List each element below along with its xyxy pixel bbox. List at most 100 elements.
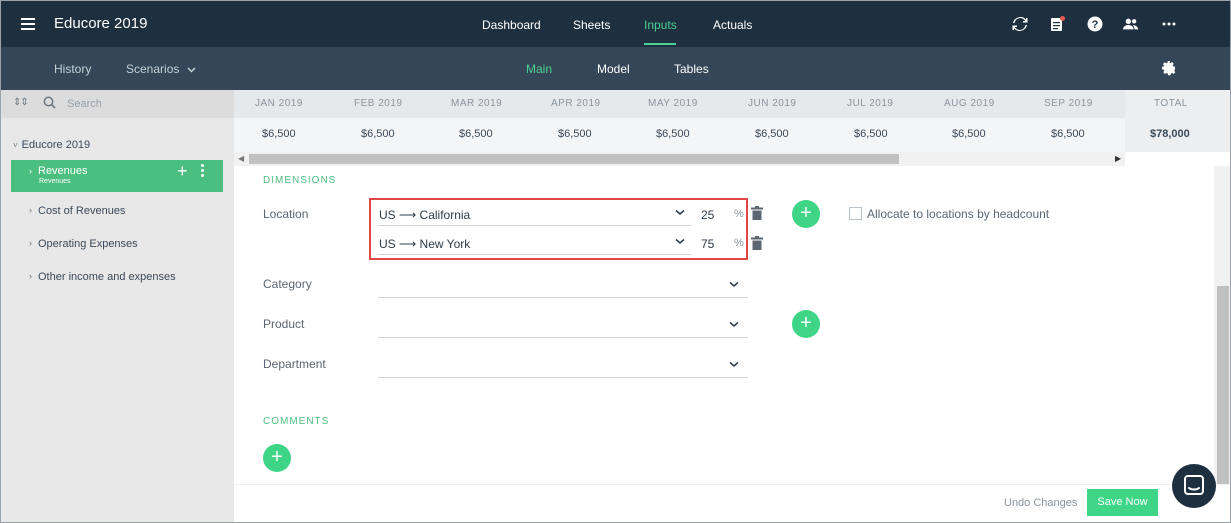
help-icon[interactable]: ? xyxy=(1087,16,1103,32)
active-tab-indicator xyxy=(644,43,676,45)
vertical-scrollbar[interactable] xyxy=(1214,166,1230,486)
footer-bar xyxy=(234,484,1230,522)
history-link[interactable]: History xyxy=(54,62,91,76)
location-select-value: US ⟶ New York xyxy=(379,237,471,251)
scenarios-label: Scenarios xyxy=(126,62,180,76)
chevron-down-icon xyxy=(729,321,739,327)
month-value-cell[interactable]: $6,500 xyxy=(1051,128,1085,140)
top-bar: Educore 2019 Dashboard Sheets Inputs Act… xyxy=(1,1,1230,47)
chevron-right-icon: › xyxy=(29,166,32,176)
notifications-icon[interactable] xyxy=(1049,16,1065,32)
sub-bar: History Scenarios Main Model Tables xyxy=(1,47,1230,90)
app-window: Educore 2019 Dashboard Sheets Inputs Act… xyxy=(0,0,1231,523)
month-value-cell[interactable]: $6,500 xyxy=(262,128,296,140)
kebab-menu-icon[interactable] xyxy=(201,164,205,179)
tab-actuals[interactable]: Actuals xyxy=(713,18,752,32)
percent-sign: % xyxy=(734,208,744,220)
month-header: SEP 2019 xyxy=(1044,98,1093,109)
sidebar-root[interactable]: ˅ Educore 2019 xyxy=(13,139,90,151)
chevron-right-icon: › xyxy=(29,205,32,215)
subtab-tables[interactable]: Tables xyxy=(674,62,709,76)
scroll-left-icon[interactable]: ◀ xyxy=(238,154,244,163)
more-icon[interactable] xyxy=(1161,16,1177,32)
top-nav: Dashboard Sheets Inputs Actuals xyxy=(1,1,1230,47)
monthly-grid: JAN 2019 FEB 2019 MAR 2019 APR 2019 MAY … xyxy=(234,90,1230,152)
comments-title: COMMENTS xyxy=(263,416,330,427)
search-input[interactable]: Search xyxy=(67,98,102,110)
save-now-button[interactable]: Save Now xyxy=(1087,489,1158,516)
product-label: Product xyxy=(263,317,305,331)
month-header-row: JAN 2019 FEB 2019 MAR 2019 APR 2019 MAY … xyxy=(234,90,1125,118)
location-percent-input[interactable]: 25 xyxy=(701,208,714,222)
location-select[interactable]: US ⟶ New York xyxy=(377,229,691,255)
scenarios-dropdown[interactable]: Scenarios xyxy=(126,62,196,76)
tab-sheets[interactable]: Sheets xyxy=(573,18,610,32)
month-value-cell[interactable]: $6,500 xyxy=(656,128,690,140)
undo-changes-button[interactable]: Undo Changes xyxy=(1004,497,1077,509)
sync-icon[interactable] xyxy=(1012,16,1028,32)
sidebar-item-other-income[interactable]: › Other income and expenses xyxy=(11,271,223,303)
month-value-cell[interactable]: $6,500 xyxy=(854,128,888,140)
month-header: JUN 2019 xyxy=(748,98,797,109)
total-value: $78,000 xyxy=(1150,128,1190,140)
horizontal-scrollbar[interactable]: ◀ ▶ xyxy=(234,152,1125,166)
location-select-value: US ⟶ California xyxy=(379,208,471,222)
total-header: TOTAL xyxy=(1154,98,1188,109)
add-product-button[interactable]: + xyxy=(792,310,820,338)
sidebar-item-label: Revenues xyxy=(38,165,88,177)
category-label: Category xyxy=(263,277,312,291)
chevron-down-icon xyxy=(187,67,196,73)
chevron-down-icon xyxy=(675,209,685,215)
month-header: AUG 2019 xyxy=(944,98,995,109)
sidebar-item-revenues[interactable]: › Revenues Revenues + xyxy=(11,160,223,192)
product-select[interactable] xyxy=(378,312,748,338)
chevron-down-icon xyxy=(729,281,739,287)
location-row: US ⟶ California 25 % xyxy=(377,200,747,226)
chevron-down-icon xyxy=(675,238,685,244)
sidebar-search: ⇕⇕ Search xyxy=(1,90,234,118)
chat-launcher-button[interactable] xyxy=(1172,464,1216,508)
month-header: APR 2019 xyxy=(551,98,601,109)
month-value-cell[interactable]: $6,500 xyxy=(361,128,395,140)
subtab-main[interactable]: Main xyxy=(526,62,552,76)
location-percent-input[interactable]: 75 xyxy=(701,237,714,251)
trash-icon[interactable] xyxy=(751,206,763,220)
month-value-cell[interactable]: $6,500 xyxy=(952,128,986,140)
tab-dashboard[interactable]: Dashboard xyxy=(482,18,541,32)
expand-collapse-icon[interactable]: ⇕⇕ xyxy=(13,97,29,108)
month-value-cell[interactable]: $6,500 xyxy=(755,128,789,140)
allocate-headcount-checkbox[interactable] xyxy=(849,207,862,220)
users-icon[interactable] xyxy=(1123,16,1139,32)
department-select[interactable] xyxy=(378,352,748,378)
svg-text:?: ? xyxy=(1092,19,1099,31)
month-value-cell[interactable]: $6,500 xyxy=(558,128,592,140)
location-select[interactable]: US ⟶ California xyxy=(377,200,691,226)
month-header: FEB 2019 xyxy=(354,98,403,109)
add-location-button[interactable]: + xyxy=(792,200,820,228)
add-comment-button[interactable]: + xyxy=(263,444,291,472)
tab-inputs[interactable]: Inputs xyxy=(644,18,677,32)
category-select[interactable] xyxy=(378,272,748,298)
month-value-cell[interactable]: $6,500 xyxy=(459,128,493,140)
scrollbar-thumb[interactable] xyxy=(249,154,899,164)
sidebar: ⇕⇕ Search ˅ Educore 2019 › Revenues Reven… xyxy=(1,90,234,522)
add-item-icon[interactable]: + xyxy=(177,161,188,182)
sidebar-item-cost-of-revenues[interactable]: › Cost of Revenues xyxy=(11,205,223,237)
sidebar-item-label: Other income and expenses xyxy=(38,271,176,283)
location-label: Location xyxy=(263,207,309,221)
department-label: Department xyxy=(263,357,326,371)
location-row: US ⟶ New York 75 % xyxy=(377,229,747,255)
search-icon xyxy=(43,96,56,109)
allocate-headcount-label: Allocate to locations by headcount xyxy=(867,207,1050,221)
chevron-down-icon: ˅ xyxy=(13,141,18,150)
trash-icon[interactable] xyxy=(751,236,763,250)
sidebar-item-label: Operating Expenses xyxy=(38,238,138,250)
month-header: JAN 2019 xyxy=(255,98,303,109)
sidebar-item-operating-expenses[interactable]: › Operating Expenses xyxy=(11,238,223,270)
subtab-model[interactable]: Model xyxy=(597,62,630,76)
settings-gear-icon[interactable] xyxy=(1161,60,1177,76)
scrollbar-thumb[interactable] xyxy=(1217,286,1229,486)
chevron-right-icon: › xyxy=(29,238,32,248)
scroll-right-icon[interactable]: ▶ xyxy=(1115,154,1121,163)
month-header: JUL 2019 xyxy=(847,98,894,109)
